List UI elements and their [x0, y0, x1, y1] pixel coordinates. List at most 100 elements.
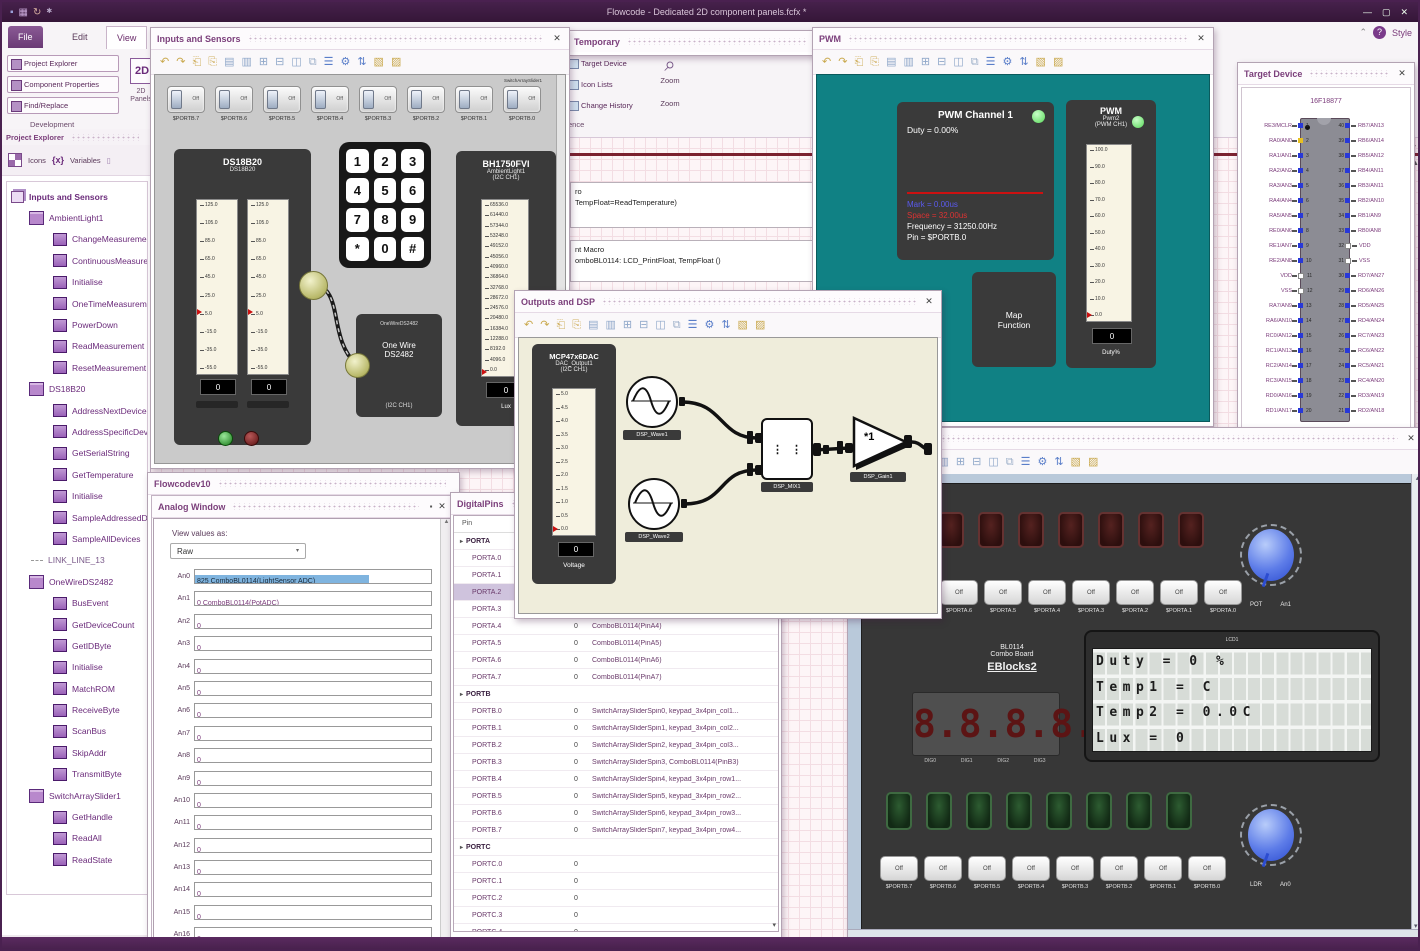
- pin-square[interactable]: [1298, 378, 1303, 383]
- tree-item[interactable]: SkipAddr: [7, 742, 147, 763]
- chip-pin[interactable]: 39 RB6/AN14: [1332, 133, 1411, 148]
- pin-row[interactable]: PORTC.2 0: [454, 890, 778, 907]
- pin-square[interactable]: [1345, 378, 1350, 383]
- analog-value-field[interactable]: 0: [194, 837, 432, 853]
- tree-item[interactable]: DS18B20: [7, 379, 147, 400]
- pin-square[interactable]: [1345, 168, 1350, 173]
- pin-row[interactable]: PORTC.3 0: [454, 907, 778, 924]
- tree-item[interactable]: GetTemperature: [7, 464, 147, 485]
- tree-item[interactable]: Initialise: [7, 485, 147, 506]
- view-toggle[interactable]: Target Device: [568, 56, 642, 71]
- toolbar-icon[interactable]: ▤: [224, 56, 234, 68]
- toolbar-icon[interactable]: ▧: [738, 319, 748, 331]
- pin-square[interactable]: [1298, 243, 1303, 248]
- tree-item[interactable]: PowerDown: [7, 314, 147, 335]
- toolbar-icon[interactable]: ⊞: [956, 456, 965, 468]
- pin-row[interactable]: PORTC.4 0: [454, 924, 778, 932]
- tree-item[interactable]: SampleAllDevices: [7, 528, 147, 549]
- toolbar-icon[interactable]: ⇅: [1054, 456, 1063, 468]
- tree-item[interactable]: AddressSpecificDevice: [7, 421, 147, 442]
- pin-row[interactable]: PORTC: [454, 839, 778, 856]
- chip-pin[interactable]: 24 RC5/AN21: [1332, 358, 1411, 373]
- pin-square[interactable]: [1345, 228, 1350, 233]
- variables-icon[interactable]: {x}: [52, 155, 64, 165]
- toolbar-icon[interactable]: ⊞: [921, 56, 930, 68]
- pin-square[interactable]: [1345, 408, 1350, 413]
- knob-dial[interactable]: [1248, 809, 1294, 861]
- pin-row[interactable]: PORTC.0 0: [454, 856, 778, 873]
- chip-pin[interactable]: RC2/AN14 17: [1242, 358, 1319, 373]
- analog-value-field[interactable]: 825 ComboBL0114(LightSensor ADC): [194, 569, 432, 584]
- pin-row[interactable]: PORTA.5 0 ComboBL0114(PinA5): [454, 635, 778, 652]
- chip-pin[interactable]: 30 RD7/AN27: [1332, 268, 1411, 283]
- outputs-dsp-titlebar[interactable]: Outputs and DSP ✕: [515, 291, 941, 313]
- tab-view[interactable]: View: [106, 26, 148, 49]
- toolbar-icon[interactable]: ▧: [1036, 56, 1046, 68]
- pin-square[interactable]: [1298, 272, 1304, 279]
- toolbar-icon[interactable]: ↷: [176, 56, 185, 68]
- toolbar-icon[interactable]: ▤: [886, 56, 896, 68]
- pin-square[interactable]: [1345, 288, 1350, 293]
- chip-pin[interactable]: VDD 11: [1242, 268, 1319, 283]
- collapse-ribbon-icon[interactable]: ⌃: [1359, 27, 1367, 38]
- toolbar-icon[interactable]: ⎘: [572, 319, 581, 331]
- pin-square[interactable]: [1345, 138, 1350, 143]
- port-button[interactable]: Off $PORTA.0: [1204, 580, 1242, 614]
- dsp-canvas[interactable]: MCP47x6DAC DAC_Output1 (I2C CH1) 5.0 4.5 4…: [518, 337, 938, 614]
- pin-row[interactable]: PORTB.2 0 SwitchArraySliderSpin2, keypad…: [454, 737, 778, 754]
- close-button[interactable]: ✕: [1400, 7, 1408, 18]
- toolbar-icon[interactable]: ⊟: [275, 56, 284, 68]
- off-button[interactable]: Off: [1100, 856, 1138, 881]
- chip-pin[interactable]: RC3/AN15 18: [1242, 373, 1319, 388]
- connection-dot[interactable]: [299, 271, 328, 300]
- pin-square[interactable]: [1298, 183, 1303, 188]
- toolbar-icon[interactable]: ▨: [1053, 56, 1063, 68]
- off-button[interactable]: Off: [968, 856, 1006, 881]
- zoom-button[interactable]: Zoom: [650, 76, 690, 85]
- toolbar-icon[interactable]: ⚙: [1037, 456, 1047, 468]
- pin-row[interactable]: PORTB.0 0 SwitchArraySliderSpin0, keypad…: [454, 703, 778, 720]
- chip-pin[interactable]: RE0/AN6 8: [1242, 223, 1319, 238]
- port-button[interactable]: Off $PORTB.6: [924, 856, 962, 890]
- chip-pin[interactable]: RC1/AN13 16: [1242, 343, 1319, 358]
- off-button[interactable]: Off: [880, 856, 918, 881]
- toolbar-icon[interactable]: ⚙: [340, 56, 350, 68]
- pwm-window-titlebar[interactable]: PWM ✕: [813, 28, 1213, 50]
- close-icon[interactable]: ✕: [1396, 68, 1408, 79]
- tree-item[interactable]: GetHandle: [7, 806, 147, 827]
- chip-pin[interactable]: 37 RB4/AN11: [1332, 163, 1411, 178]
- scroll-down-icon[interactable]: ▾: [772, 921, 776, 929]
- pin-row[interactable]: PORTB.3 0 SwitchArraySliderSpin3, ComboB…: [454, 754, 778, 771]
- tree-item[interactable]: ChangeMeasurementMode: [7, 229, 147, 250]
- toolbar-icon[interactable]: ⎘: [208, 56, 217, 68]
- off-button[interactable]: Off: [924, 856, 962, 881]
- toolbar-icon[interactable]: ▨: [1088, 456, 1098, 468]
- off-button[interactable]: Off: [1056, 856, 1094, 881]
- help-icon[interactable]: ?: [1372, 26, 1386, 39]
- pin-square[interactable]: [1345, 213, 1350, 218]
- analog-value-field[interactable]: 0: [194, 770, 432, 786]
- tab-file[interactable]: File: [8, 26, 43, 48]
- quick-access-icon[interactable]: ✱: [46, 7, 52, 18]
- port-button[interactable]: Off $PORTB.7: [880, 856, 918, 890]
- pin-square[interactable]: [1298, 228, 1303, 233]
- icons-tab-icon[interactable]: [8, 153, 22, 167]
- toolbar-icon[interactable]: ▧: [374, 56, 384, 68]
- tree-item[interactable]: GetDeviceCount: [7, 614, 147, 635]
- pin-square[interactable]: [1298, 348, 1303, 353]
- save-icon[interactable]: ▦: [19, 7, 28, 18]
- toolbar-icon[interactable]: ⎘: [870, 56, 879, 68]
- toolbar-icon[interactable]: ⊞: [259, 56, 268, 68]
- chip-pin[interactable]: RD0/AN16 19: [1242, 388, 1319, 403]
- minimize-button[interactable]: —: [1363, 7, 1372, 18]
- scroll-up-icon[interactable]: ▲: [444, 519, 450, 525]
- toolbar-icon[interactable]: ⧉: [673, 319, 681, 331]
- off-button[interactable]: Off: [1204, 580, 1242, 605]
- off-button[interactable]: Off: [984, 580, 1022, 605]
- off-button[interactable]: Off: [1072, 580, 1110, 605]
- tree-item[interactable]: TransmitByte: [7, 764, 147, 785]
- project-explorer-header[interactable]: Project Explorer: [2, 129, 150, 145]
- toolbar-icon[interactable]: ☰: [324, 56, 334, 68]
- pin-square[interactable]: [1345, 153, 1350, 158]
- pin-square[interactable]: [1345, 333, 1350, 338]
